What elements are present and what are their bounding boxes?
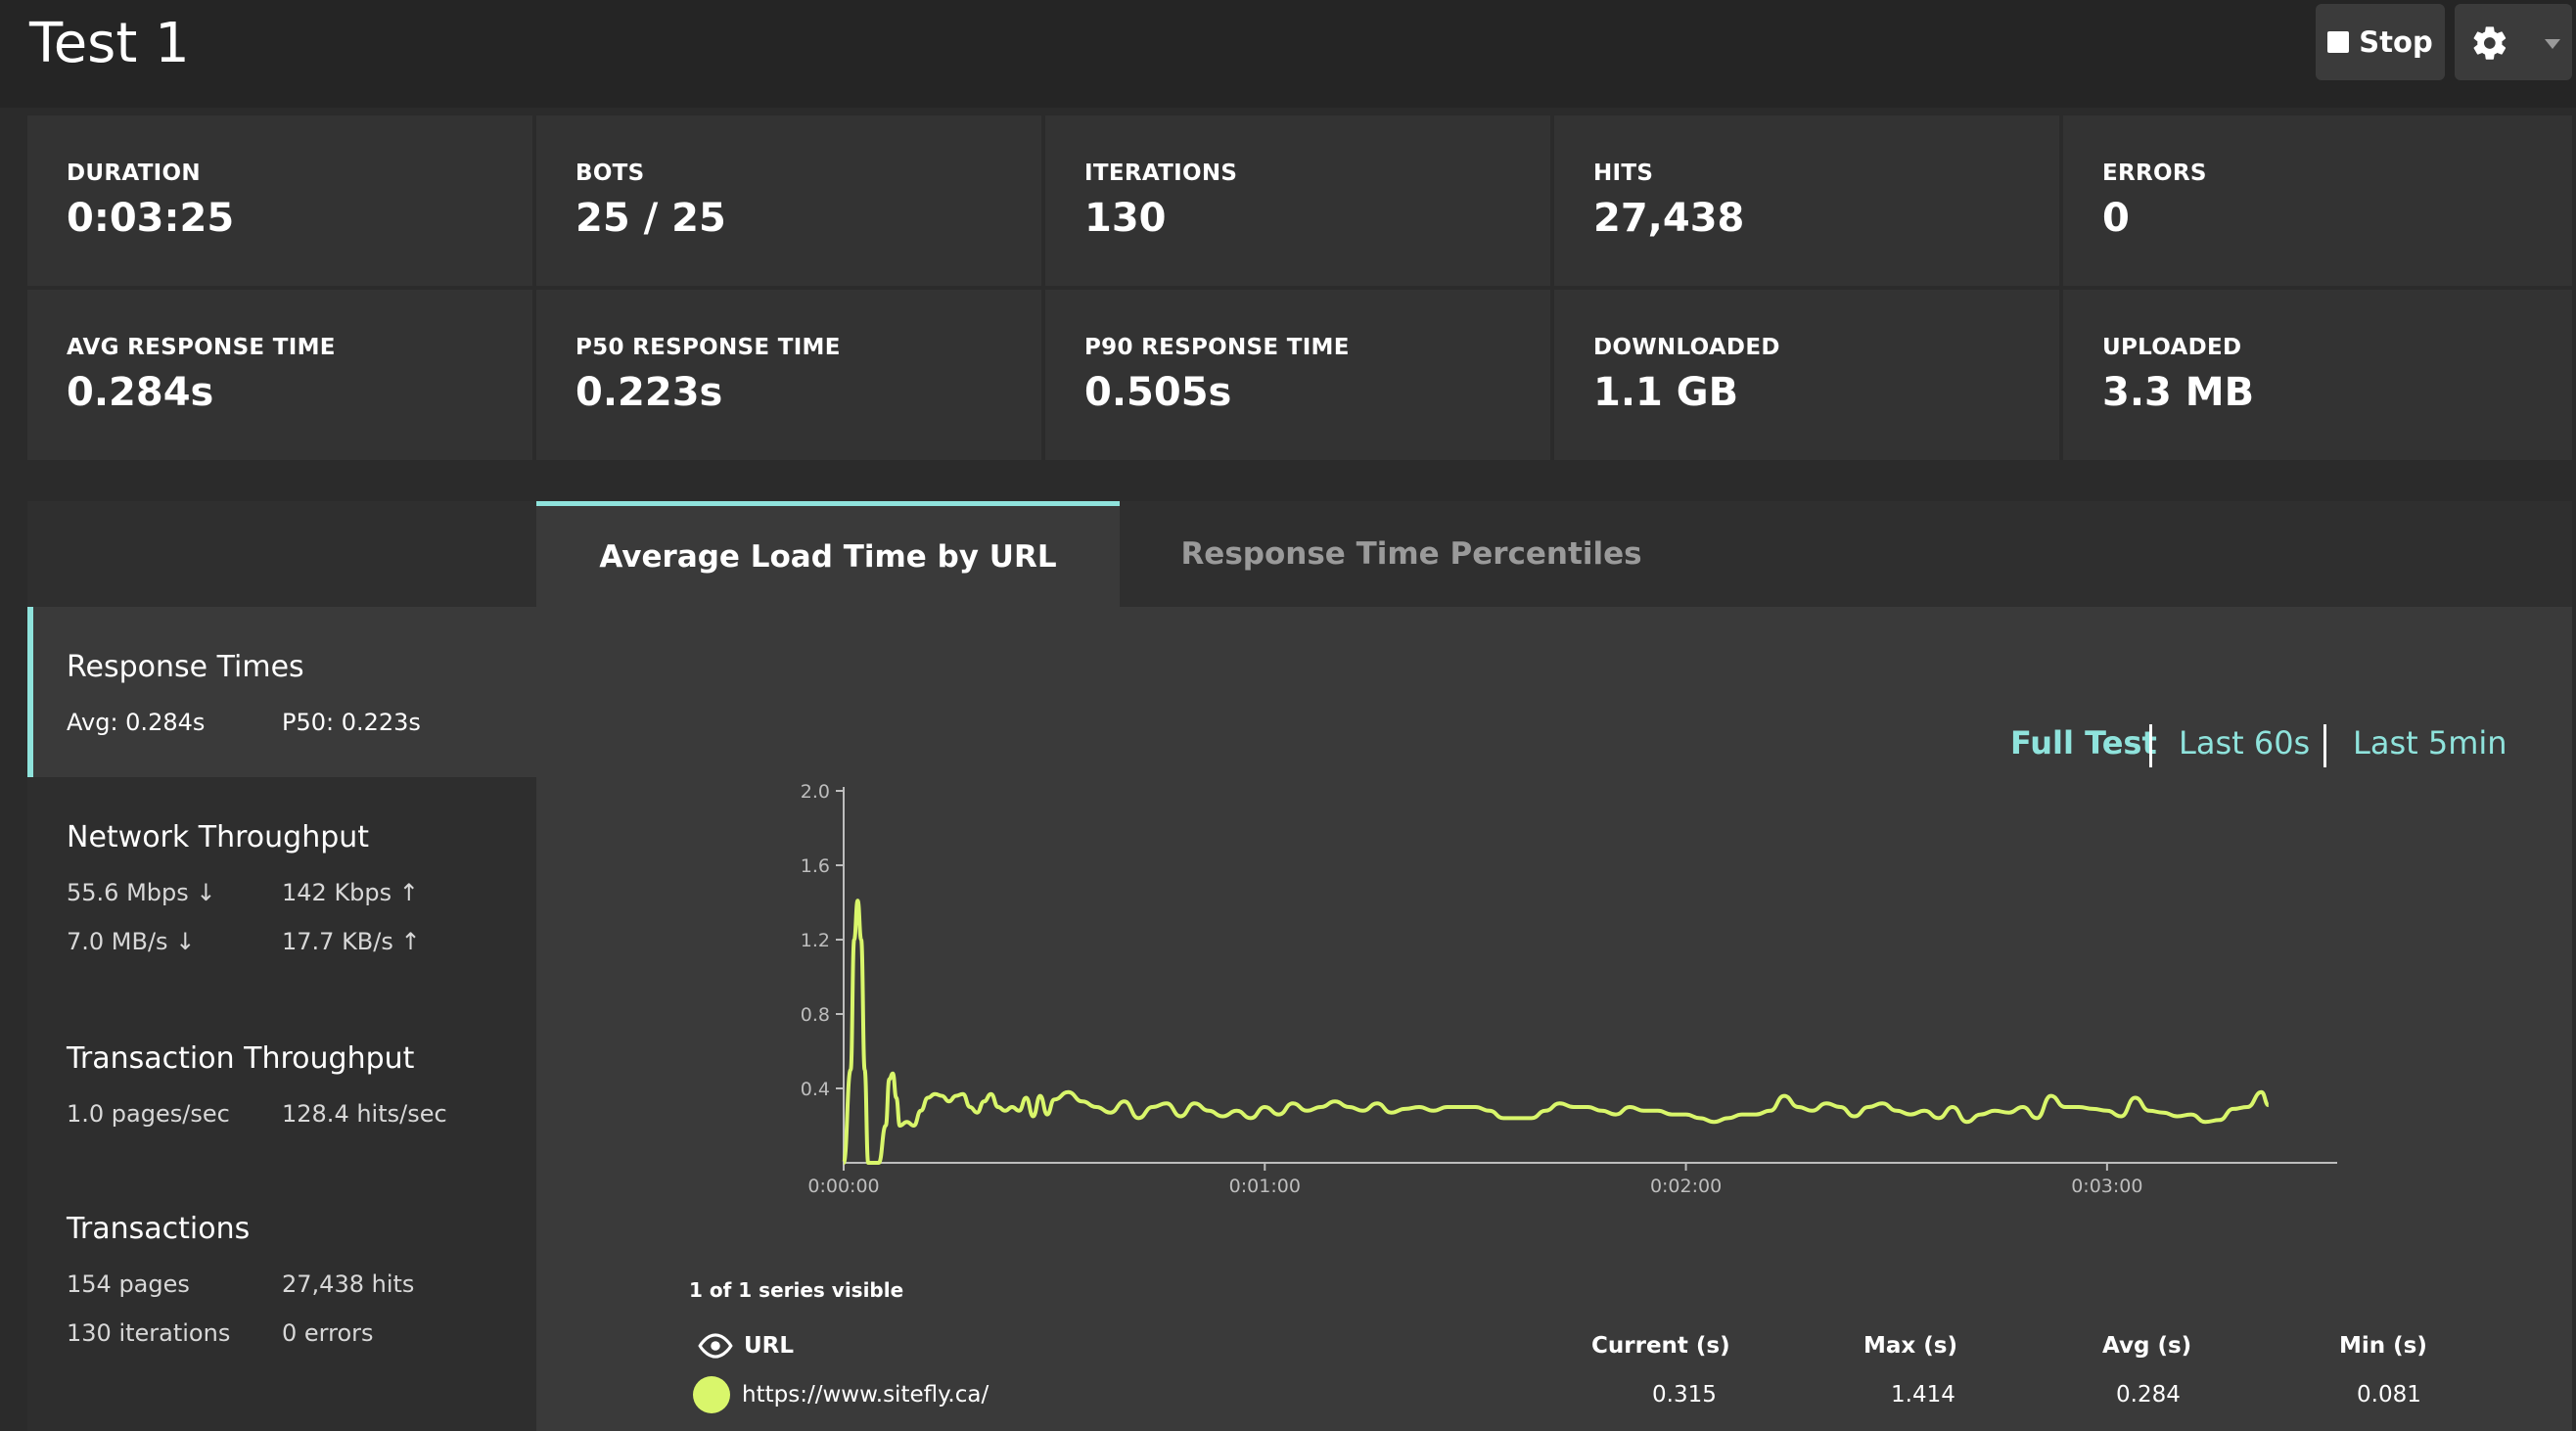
stat-label: P50 RESPONSE TIME [575,335,841,360]
response-p50: P50: 0.223s [282,709,421,736]
sidebar-item-transactions[interactable]: Transactions 154 pages 27,438 hits 130 i… [27,1169,536,1431]
stop-icon [2327,31,2350,53]
row-avg: 0.284 [2116,1382,2181,1408]
throughput-pages: 1.0 pages/sec [67,1100,230,1128]
stat-uploaded: UPLOADED 3.3 MB [2063,290,2572,460]
stat-p90-response-time: P90 RESPONSE TIME 0.505s [1045,290,1550,460]
stat-p50-response-time: P50 RESPONSE TIME 0.223s [536,290,1041,460]
sidebar-item-title: Network Throughput [67,820,370,854]
stat-label: P90 RESPONSE TIME [1084,335,1350,360]
series-line [842,899,2270,1165]
network-up-kbs: 17.7 KB/s ↑ [282,928,421,955]
series-visible-count: 1 of 1 series visible [689,1278,904,1302]
stats-grid: DURATION 0:03:25 BOTS 25 / 25 ITERATIONS… [27,115,2572,464]
transactions-iterations: 130 iterations [67,1319,231,1347]
stat-avg-response-time: AVG RESPONSE TIME 0.284s [27,290,532,460]
stat-label: AVG RESPONSE TIME [67,335,336,360]
stat-value: 0:03:25 [67,196,235,241]
gear-icon [2473,26,2507,60]
stat-value: 130 [1084,196,1167,241]
row-url[interactable]: https://www.sitefly.ca/ [742,1382,989,1408]
url-column-header[interactable]: URL [697,1333,794,1359]
x-tick-label: 0:03:00 [2071,1176,2142,1197]
eye-icon[interactable] [697,1333,734,1359]
y-tick-label: 0.8 [801,1004,830,1026]
url-header-label: URL [744,1333,795,1359]
stat-label: ITERATIONS [1084,161,1238,186]
row-max: 1.414 [1891,1382,1955,1408]
response-avg: Avg: 0.284s [67,709,206,736]
row-current: 0.315 [1652,1382,1717,1408]
stat-bots: BOTS 25 / 25 [536,115,1041,286]
load-time-chart: 0.4 0.8 1.2 1.6 2.0 0:00:00 0:01:00 0:02:00 0:03… [801,781,2337,1197]
tab-response-time-percentiles[interactable]: Response Time Percentiles [1120,501,1703,607]
stop-button[interactable]: Stop [2316,4,2445,80]
stat-value: 0.284s [67,370,214,415]
stat-value: 27,438 [1593,196,1745,241]
transactions-errors: 0 errors [282,1319,374,1347]
stop-button-label: Stop [2359,25,2433,59]
stat-hits: HITS 27,438 [1554,115,2059,286]
stat-label: UPLOADED [2102,335,2242,360]
sidebar-item-response-times[interactable]: Response Times Avg: 0.284s P50: 0.223s [27,607,536,777]
stat-value: 0.223s [575,370,723,415]
x-tick-label: 0:02:00 [1650,1176,1722,1197]
network-down-mbps: 55.6 Mbps ↓ [67,879,216,906]
stat-label: HITS [1593,161,1654,186]
sidebar-item-title: Transactions [67,1212,251,1246]
stat-label: DURATION [67,161,201,186]
y-tick-label: 1.2 [801,930,830,951]
y-tick-label: 1.6 [801,855,830,877]
network-down-mbs: 7.0 MB/s ↓ [67,928,196,955]
row-min: 0.081 [2357,1382,2421,1408]
x-tick-label: 0:00:00 [807,1176,879,1197]
current-column-header[interactable]: Current (s) [1591,1333,1730,1359]
metrics-sidebar: Response Times Avg: 0.284s P50: 0.223s N… [27,607,536,1431]
sidebar-item-title: Response Times [67,650,304,684]
stat-value: 25 / 25 [575,196,726,241]
y-tick-label: 0.4 [801,1079,830,1100]
max-column-header[interactable]: Max (s) [1863,1333,1957,1359]
y-tick-label: 2.0 [801,781,830,803]
stat-label: BOTS [575,161,645,186]
chart-panel: Full Test Last 60s Last 5min 0.4 0.8 1.2 1.… [536,607,2572,1431]
arrow-down-icon: ↓ [196,879,216,906]
throughput-hits: 128.4 hits/sec [282,1100,447,1128]
arrow-up-icon: ↑ [398,879,419,906]
stat-value: 0 [2102,196,2130,241]
settings-button[interactable] [2455,4,2572,80]
transactions-hits: 27,438 hits [282,1270,415,1298]
avg-column-header[interactable]: Avg (s) [2102,1333,2191,1359]
stat-value: 0.505s [1084,370,1232,415]
stat-value: 3.3 MB [2102,370,2255,415]
transactions-pages: 154 pages [67,1270,190,1298]
sidebar-item-title: Transaction Throughput [67,1041,415,1076]
sidebar-item-transaction-throughput[interactable]: Transaction Throughput 1.0 pages/sec 128… [27,992,536,1169]
chevron-down-icon [2545,39,2560,49]
arrow-up-icon: ↑ [400,928,421,955]
series-color-swatch[interactable] [693,1376,730,1413]
stat-duration: DURATION 0:03:25 [27,115,532,286]
tab-average-load-time[interactable]: Average Load Time by URL [536,501,1120,607]
stat-iterations: ITERATIONS 130 [1045,115,1550,286]
stat-label: ERRORS [2102,161,2207,186]
stat-label: DOWNLOADED [1593,335,1780,360]
stat-downloaded: DOWNLOADED 1.1 GB [1554,290,2059,460]
sidebar-item-network-throughput[interactable]: Network Throughput 55.6 Mbps ↓ 142 Kbps … [27,777,536,992]
min-column-header[interactable]: Min (s) [2339,1333,2427,1359]
x-tick-label: 0:01:00 [1229,1176,1301,1197]
stat-errors: ERRORS 0 [2063,115,2572,286]
page-title: Test 1 [29,12,190,75]
network-up-kbps: 142 Kbps ↑ [282,879,419,906]
arrow-down-icon: ↓ [175,928,196,955]
top-bar [0,0,2576,108]
stat-value: 1.1 GB [1593,370,1739,415]
